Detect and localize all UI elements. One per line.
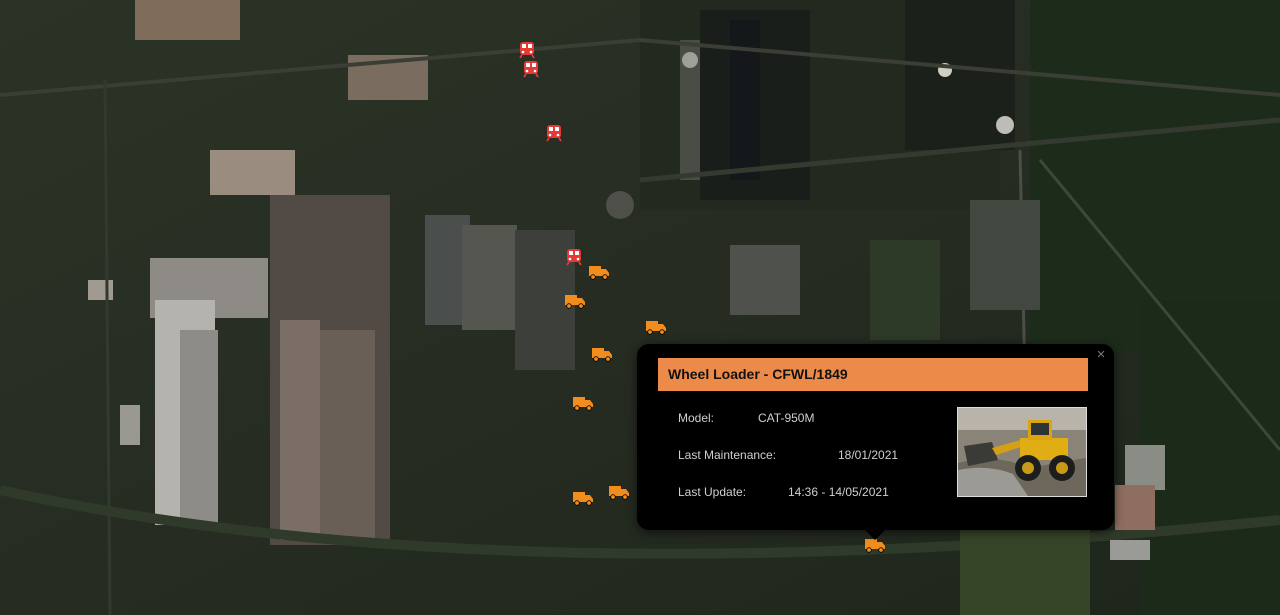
rail-marker[interactable]: [543, 124, 565, 142]
truck-marker[interactable]: [564, 292, 586, 310]
rail-marker[interactable]: [520, 60, 542, 78]
maintenance-label: Last Maintenance:: [678, 448, 777, 462]
model-value: CAT-950M: [758, 411, 815, 425]
rail-marker[interactable]: [563, 248, 585, 266]
popup-title: Wheel Loader - CFWL/1849: [658, 358, 1088, 391]
truck-marker[interactable]: [645, 318, 667, 336]
truck-marker[interactable]: [608, 483, 630, 501]
close-icon[interactable]: ×: [1094, 347, 1108, 362]
last-update-label: Last Update:: [678, 485, 747, 499]
truck-marker[interactable]: [572, 489, 594, 507]
truck-marker[interactable]: [588, 263, 610, 281]
truck-marker[interactable]: [591, 345, 613, 363]
vehicle-info-popup: × Wheel Loader - CFWL/1849 Model: CAT-95…: [637, 344, 1114, 540]
maintenance-value: 18/01/2021: [838, 448, 899, 462]
last-update-value: 14:36 - 14/05/2021: [788, 485, 889, 499]
rail-marker[interactable]: [516, 41, 538, 59]
wheel-loader-photo: [957, 407, 1087, 497]
popup-tip: [865, 530, 885, 540]
model-label: Model:: [678, 411, 715, 425]
truck-marker[interactable]: [572, 394, 594, 412]
